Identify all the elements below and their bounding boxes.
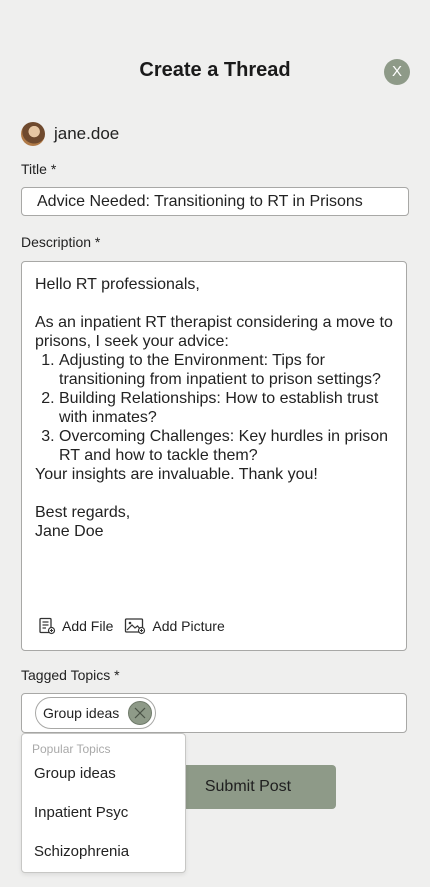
title-input[interactable] xyxy=(21,187,409,216)
description-closing: Best regards, xyxy=(35,504,131,521)
close-icon xyxy=(134,707,146,719)
tags-input[interactable]: Group ideas xyxy=(21,693,407,733)
username: jane.doe xyxy=(54,124,120,143)
description-signature: Jane Doe xyxy=(35,523,104,540)
description-greeting: Hello RT professionals, xyxy=(35,276,200,293)
add-picture-button[interactable]: Add Picture xyxy=(124,617,225,635)
description-content: Hello RT professionals, As an inpatient … xyxy=(35,275,395,541)
attachment-row: Add File Add Picture xyxy=(38,617,236,635)
close-button[interactable]: X xyxy=(384,59,410,85)
topics-dropdown: Popular Topics Group ideas Inpatient Psy… xyxy=(21,733,186,873)
tags-label: Tagged Topics * xyxy=(21,667,120,683)
add-picture-label: Add Picture xyxy=(152,618,225,634)
description-label: Description * xyxy=(21,234,101,250)
dropdown-option-inpatient-psyc[interactable]: Inpatient Psyc xyxy=(34,804,128,821)
remove-tag-button[interactable] xyxy=(128,701,153,725)
description-textarea[interactable]: Hello RT professionals, As an inpatient … xyxy=(21,261,407,651)
tag-chip-label: Group ideas xyxy=(43,705,120,721)
add-file-label: Add File xyxy=(62,618,114,634)
dropdown-option-schizophrenia[interactable]: Schizophrenia xyxy=(34,843,129,860)
description-item-3: Overcoming Challenges: Key hurdles in pr… xyxy=(59,427,395,465)
description-list: Adjusting to the Environment: Tips for t… xyxy=(35,351,395,465)
tag-chip: Group ideas xyxy=(35,697,157,729)
dropdown-option-group-ideas[interactable]: Group ideas xyxy=(34,765,116,782)
page-title: Create a Thread xyxy=(139,59,291,81)
description-item-2: Building Relationships: How to establish… xyxy=(59,389,395,427)
description-item-1: Adjusting to the Environment: Tips for t… xyxy=(59,351,395,389)
description-thanks: Your insights are invaluable. Thank you! xyxy=(35,466,318,483)
user-info: jane.doe xyxy=(21,122,119,146)
title-label: Title * xyxy=(21,161,57,177)
picture-icon xyxy=(125,618,146,635)
add-file-button[interactable]: Add File xyxy=(38,617,113,635)
file-icon xyxy=(39,617,56,635)
create-thread-page: Create a Thread X jane.doe Title * Descr… xyxy=(0,0,430,887)
submit-button[interactable]: Submit Post xyxy=(160,765,336,809)
avatar xyxy=(21,122,45,146)
description-intro: As an inpatient RT therapist considering… xyxy=(35,314,393,350)
dropdown-header: Popular Topics xyxy=(32,742,111,756)
